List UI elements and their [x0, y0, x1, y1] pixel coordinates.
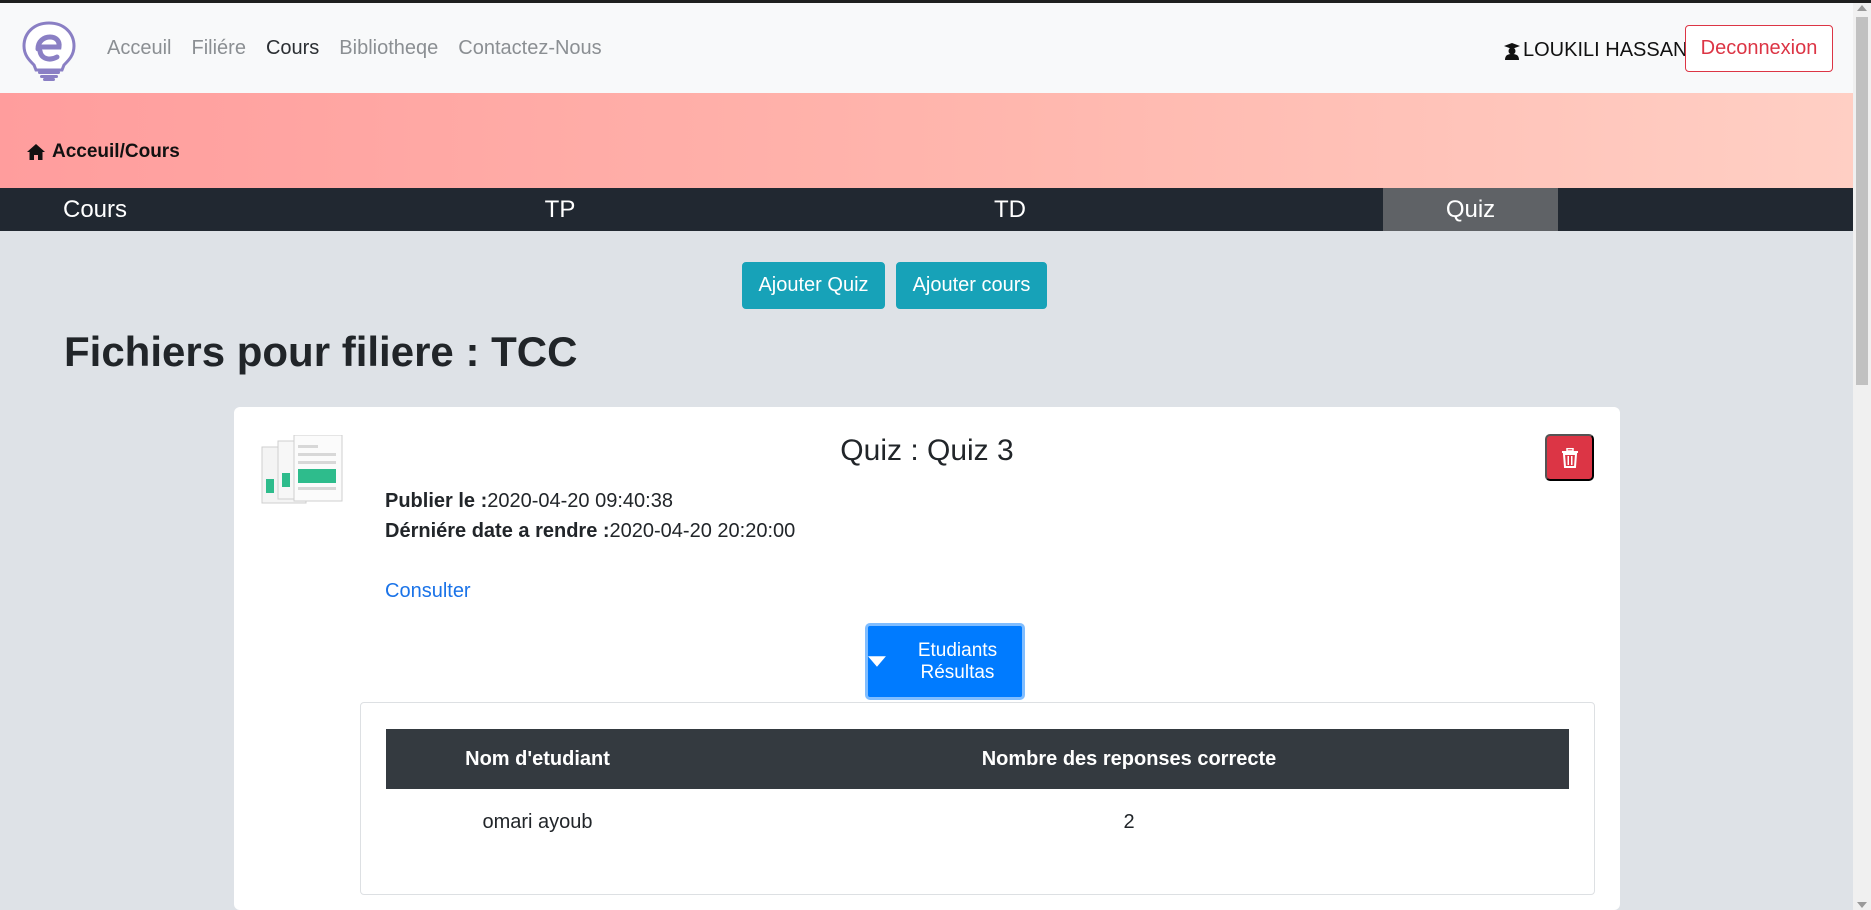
scroll-down-arrow-icon[interactable]: [1857, 902, 1867, 908]
add-quiz-button[interactable]: Ajouter Quiz: [742, 262, 885, 309]
breadcrumb-text[interactable]: Acceuil/Cours: [52, 141, 180, 163]
results-toggle-label: Etudiants Résultas: [917, 639, 998, 683]
quiz-title: Quiz : Quiz 3: [840, 434, 1014, 467]
nav-link-acceuil[interactable]: Acceuil: [107, 37, 171, 60]
table-header-row: Nom d'etudiant Nombre des reponses corre…: [386, 729, 1569, 789]
table-row: omari ayoub 2: [386, 789, 1569, 855]
navbar: Acceuil Filiére Cours Bibliotheqe Contac…: [0, 3, 1853, 93]
vertical-scrollbar[interactable]: [1853, 3, 1871, 910]
nav-link-bibliotheqe[interactable]: Bibliotheqe: [339, 37, 438, 60]
tab-tp[interactable]: TP: [490, 188, 630, 231]
hero-banner: Acceuil/Cours: [0, 93, 1853, 188]
tab-quiz[interactable]: Quiz: [1383, 188, 1558, 231]
column-header-correct-answers: Nombre des reponses correcte: [689, 729, 1569, 789]
results-panel: Nom d'etudiant Nombre des reponses corre…: [360, 702, 1595, 895]
deadline-label: Dérniére date a rendre :: [385, 520, 610, 542]
nav-link-cours[interactable]: Cours: [266, 37, 319, 60]
home-icon: [27, 144, 45, 160]
deadline-info: Dérniére date a rendre :2020-04-20 20:20…: [385, 520, 795, 543]
results-table: Nom d'etudiant Nombre des reponses corre…: [386, 729, 1569, 855]
tab-td[interactable]: TD: [940, 188, 1080, 231]
student-results-toggle[interactable]: Etudiants Résultas: [865, 623, 1025, 700]
consult-link[interactable]: Consulter: [385, 580, 471, 603]
column-header-student-name: Nom d'etudiant: [386, 729, 689, 789]
user-menu[interactable]: LOUKILI HASSAN: [1503, 39, 1688, 62]
graduation-user-icon: [1504, 42, 1520, 60]
content-tabs: Cours TP TD Quiz: [0, 188, 1853, 231]
page-title: Fichiers pour filiere : TCC: [64, 328, 578, 375]
quiz-card: Quiz : Quiz 3 Publier le :2020-04-20 09:…: [234, 407, 1620, 910]
caret-down-icon: [868, 656, 886, 667]
nav-link-contactez-nous[interactable]: Contactez-Nous: [458, 37, 601, 60]
tab-cours[interactable]: Cours: [0, 188, 190, 231]
deadline-value: 2020-04-20 20:20:00: [609, 520, 796, 542]
published-info: Publier le :2020-04-20 09:40:38: [385, 490, 673, 513]
nav-links: Acceuil Filiére Cours Bibliotheqe Contac…: [107, 3, 602, 93]
published-label: Publier le :: [385, 490, 488, 512]
published-value: 2020-04-20 09:40:38: [487, 490, 673, 512]
nav-link-filiere[interactable]: Filiére: [191, 37, 245, 60]
breadcrumb: Acceuil/Cours: [26, 141, 180, 163]
trash-icon: [1561, 447, 1578, 468]
scrollbar-thumb[interactable]: [1856, 17, 1868, 385]
delete-quiz-button[interactable]: [1545, 434, 1594, 481]
user-name: LOUKILI HASSAN: [1523, 39, 1688, 61]
student-name-cell: omari ayoub: [482, 810, 593, 833]
add-course-button[interactable]: Ajouter cours: [896, 262, 1047, 309]
scroll-up-arrow-icon[interactable]: [1857, 5, 1867, 11]
logout-button[interactable]: Deconnexion: [1685, 25, 1833, 72]
correct-answers-cell: 2: [1123, 810, 1135, 833]
logo-bulb-icon[interactable]: [18, 19, 80, 81]
